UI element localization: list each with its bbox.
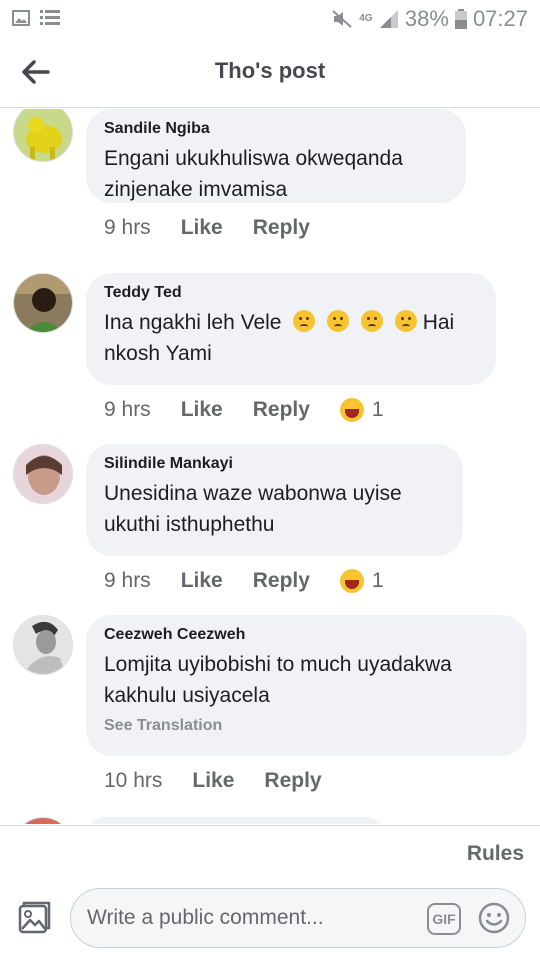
mute-icon <box>332 10 352 28</box>
image-notification-icon <box>12 10 30 26</box>
comment-author[interactable]: Ceezweh Ceezweh <box>104 625 507 645</box>
raised-eyebrow-face-icon <box>394 310 417 332</box>
reply-button[interactable]: Reply <box>253 216 310 240</box>
network-type: 4G <box>359 13 373 24</box>
avatar[interactable] <box>13 109 73 162</box>
see-translation-link[interactable]: See Translation <box>104 717 507 735</box>
comment-text: Lomjita uyibobishi to much uyadakwa kakh… <box>104 653 452 707</box>
haha-reaction-icon <box>339 569 364 593</box>
page-title: Tho's post <box>214 58 326 83</box>
comment-bubble[interactable] <box>86 817 386 824</box>
haha-reaction-icon <box>339 398 364 422</box>
comments-list[interactable]: Sandile Ngiba Engani ukukhuliswa okweqan… <box>0 109 540 824</box>
gif-button[interactable]: GIF <box>427 903 461 935</box>
raised-eyebrow-face-icon <box>327 310 350 332</box>
worried-face-icon <box>293 310 316 332</box>
list-notification-icon <box>40 10 60 25</box>
reaction-count[interactable]: 1 <box>339 569 384 593</box>
reply-button[interactable]: Reply <box>253 569 310 593</box>
comment-bubble[interactable]: Silindile Mankayi Unesidina waze wabonwa… <box>86 444 463 556</box>
rules-bar: Rules <box>0 825 540 880</box>
comment-author[interactable]: Teddy Ted <box>104 283 476 303</box>
system-status: 4G 38% 07:27 <box>331 6 528 32</box>
comment-author[interactable]: Sandile Ngiba <box>104 119 446 139</box>
comment-bubble[interactable]: Sandile Ngiba Engani ukukhuliswa okweqan… <box>86 109 466 203</box>
comment-composer: GIF <box>0 880 540 960</box>
add-photo-button[interactable] <box>16 900 52 936</box>
rules-link[interactable]: Rules <box>467 842 524 866</box>
signal-icon <box>379 10 398 28</box>
reaction-count[interactable]: 1 <box>339 398 384 422</box>
comment-text: Engani ukukhuliswa okweqanda zinjenake i… <box>104 147 403 201</box>
worried-face-icon <box>361 310 384 332</box>
reply-button[interactable]: Reply <box>253 398 310 422</box>
comment-actions: 9 hrs Like Reply 1 <box>104 398 384 422</box>
emoji-button[interactable] <box>477 901 511 935</box>
post-header: Tho's post <box>0 38 540 108</box>
comment-author[interactable]: Silindile Mankayi <box>104 454 443 474</box>
avatar[interactable] <box>13 817 73 824</box>
comment-input[interactable] <box>87 903 407 933</box>
status-bar: 4G 38% 07:27 <box>0 0 540 38</box>
like-button[interactable]: Like <box>181 216 223 240</box>
comment-text-part: Ina ngakhi leh Vele <box>104 311 282 334</box>
avatar[interactable] <box>13 444 73 504</box>
comment-time[interactable]: 9 hrs <box>104 216 151 240</box>
reaction-number: 1 <box>371 398 384 421</box>
like-button[interactable]: Like <box>181 398 223 422</box>
comment-actions: 9 hrs Like Reply <box>104 216 340 240</box>
comment-bubble[interactable]: Teddy Ted Ina ngakhi leh Vele Hai nkosh … <box>86 273 496 385</box>
comment-text: Unesidina waze wabonwa uyise ukuthi isth… <box>104 482 402 536</box>
comment-actions: 10 hrs Like Reply <box>104 769 352 793</box>
clock: 07:27 <box>472 6 528 31</box>
like-button[interactable]: Like <box>181 569 223 593</box>
photo-icon <box>18 901 51 934</box>
like-button[interactable]: Like <box>192 769 234 793</box>
notification-icons <box>12 9 60 27</box>
comment-text: Ina ngakhi leh Vele Hai nkosh Yami <box>104 307 476 369</box>
comment-actions: 9 hrs Like Reply 1 <box>104 569 384 593</box>
comment-input-box[interactable]: GIF <box>70 888 526 948</box>
smiley-icon <box>478 902 510 934</box>
comment-time[interactable]: 10 hrs <box>104 769 162 793</box>
comment-time[interactable]: 9 hrs <box>104 569 151 593</box>
comment-time[interactable]: 9 hrs <box>104 398 151 422</box>
reaction-number: 1 <box>371 569 384 592</box>
battery-percentage: 38% <box>404 6 449 31</box>
comment-bubble[interactable]: Ceezweh Ceezweh Lomjita uyibobishi to mu… <box>86 615 527 756</box>
reply-button[interactable]: Reply <box>264 769 321 793</box>
battery-icon <box>454 9 467 29</box>
avatar[interactable] <box>13 615 73 675</box>
avatar[interactable] <box>13 273 73 333</box>
